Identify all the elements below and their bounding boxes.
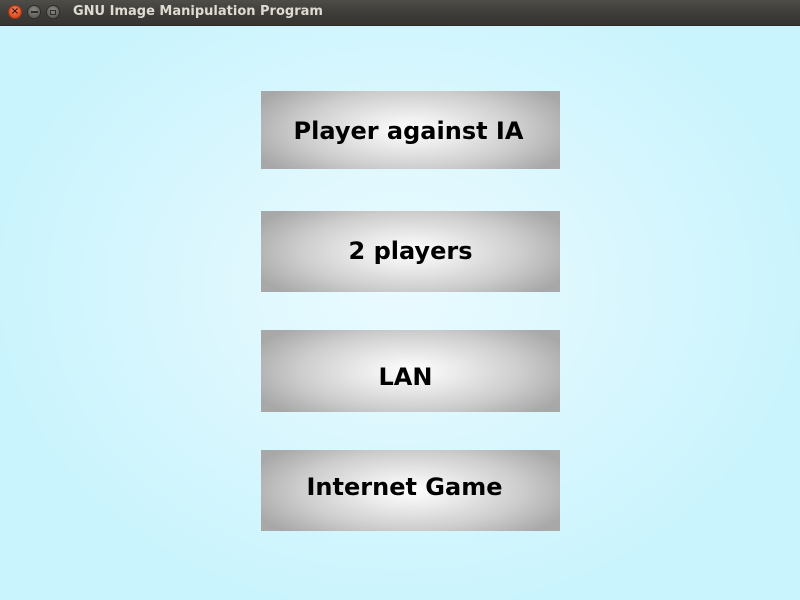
app-window: × GNU Image Manipulation Program Player … [0, 0, 800, 600]
player-vs-ia-button[interactable]: Player against IA [261, 91, 560, 169]
minimize-icon [30, 11, 38, 13]
lan-label: LAN [378, 363, 433, 391]
maximize-icon [50, 9, 56, 15]
internet-game-button[interactable]: Internet Game [261, 450, 560, 531]
close-window-button[interactable]: × [8, 5, 22, 19]
maximize-window-button[interactable] [46, 5, 60, 19]
close-icon: × [10, 6, 20, 17]
window-titlebar[interactable]: × GNU Image Manipulation Program [0, 0, 800, 26]
minimize-window-button[interactable] [27, 5, 41, 19]
main-menu: Player against IA 2 players LAN Internet… [0, 26, 800, 600]
two-players-label: 2 players [348, 236, 473, 265]
two-players-button[interactable]: 2 players [261, 211, 560, 292]
lan-button[interactable]: LAN [261, 330, 560, 412]
window-title: GNU Image Manipulation Program [73, 4, 323, 19]
internet-game-label: Internet Game [306, 472, 503, 501]
player-vs-ia-label: Player against IA [293, 117, 524, 145]
